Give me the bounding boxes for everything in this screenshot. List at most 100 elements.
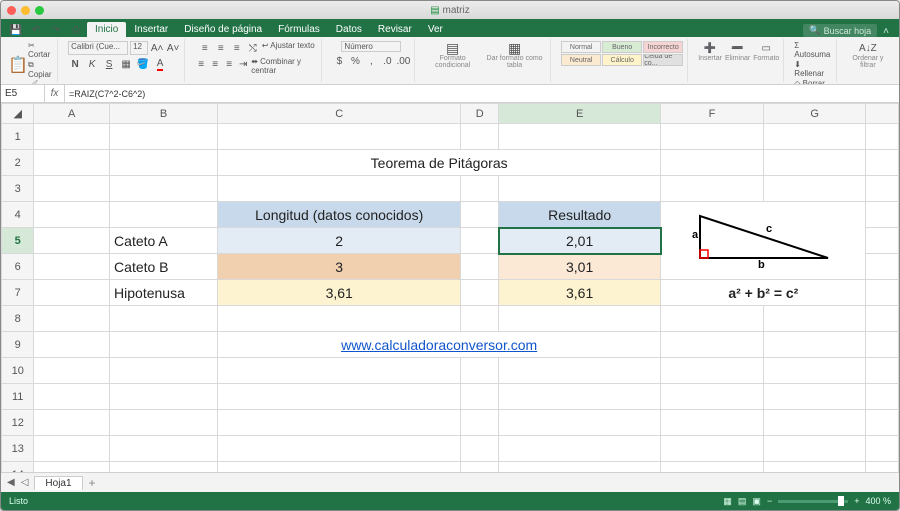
zoom-out-icon[interactable]: − <box>767 496 772 506</box>
redo-icon[interactable]: ↷ <box>49 23 63 37</box>
font-name-select[interactable]: Calibri (Cue... <box>68 41 128 55</box>
col-header-extra[interactable] <box>866 104 899 124</box>
select-all-corner[interactable]: ◢ <box>2 104 34 124</box>
tab-diseno[interactable]: Diseño de página <box>176 22 270 37</box>
tab-insertar[interactable]: Insertar <box>126 22 176 37</box>
align-left-icon[interactable]: ≡ <box>195 57 207 71</box>
cell-b6[interactable]: Cateto B <box>110 254 218 280</box>
row-header[interactable]: 11 <box>2 384 34 410</box>
col-header-b[interactable]: B <box>110 104 218 124</box>
sheet-nav-first-icon[interactable]: ◀ <box>7 477 15 488</box>
tab-inicio[interactable]: Inicio <box>87 22 126 37</box>
align-middle-icon[interactable]: ≡ <box>214 41 228 55</box>
style-incorrecto[interactable]: Incorrecto <box>643 41 683 53</box>
italic-icon[interactable]: K <box>85 57 99 71</box>
cell-e6[interactable]: 3,01 <box>499 254 661 280</box>
row-header[interactable]: 5 <box>2 228 34 254</box>
row-header[interactable]: 2 <box>2 150 34 176</box>
cell-e7[interactable]: 3,61 <box>499 280 661 306</box>
align-right-icon[interactable]: ≡ <box>223 57 235 71</box>
merge-button[interactable]: ⬌ Combinar y centrar <box>251 57 317 75</box>
row-header[interactable]: 14 <box>2 462 34 473</box>
autosum-button[interactable]: Σ Autosuma <box>794 41 831 59</box>
format-cells-icon[interactable]: ▭ <box>759 41 773 55</box>
increase-font-icon[interactable]: A˄ <box>150 41 164 55</box>
percent-icon[interactable]: % <box>348 54 362 68</box>
decrease-font-icon[interactable]: A˅ <box>166 41 180 55</box>
number-format-select[interactable]: Número <box>341 41 401 52</box>
cell-c7[interactable]: 3,61 <box>218 280 461 306</box>
cell-c5[interactable]: 2 <box>218 228 461 254</box>
ribbon-collapse-icon[interactable]: ˄ <box>877 26 895 37</box>
add-sheet-icon[interactable]: + <box>89 476 96 490</box>
row-header[interactable]: 13 <box>2 436 34 462</box>
cell-e4[interactable]: Resultado <box>499 202 661 228</box>
currency-icon[interactable]: $ <box>332 54 346 68</box>
row-header[interactable]: 12 <box>2 410 34 436</box>
delete-cells-icon[interactable]: ➖ <box>731 41 745 55</box>
formula-input[interactable]: =RAIZ(C7^2-C6^2) <box>65 89 899 99</box>
tab-ver[interactable]: Ver <box>420 22 451 37</box>
search-box[interactable]: 🔍 Buscar hoja <box>803 24 877 37</box>
zoom-in-icon[interactable]: + <box>854 496 859 506</box>
col-header-a[interactable]: A <box>34 104 110 124</box>
style-normal[interactable]: Normal <box>561 41 601 53</box>
cut-button[interactable]: ✂ Cortar <box>28 41 53 59</box>
cell-b7[interactable]: Hipotenusa <box>110 280 218 306</box>
view-pagebreak-icon[interactable]: ▣ <box>752 496 761 507</box>
zoom-value[interactable]: 400 % <box>865 496 891 506</box>
fill-button[interactable]: ⬇ Rellenar <box>794 60 831 78</box>
comma-icon[interactable]: , <box>364 54 378 68</box>
row-header[interactable]: 6 <box>2 254 34 280</box>
row-header[interactable]: 9 <box>2 332 34 358</box>
tab-datos[interactable]: Datos <box>328 22 370 37</box>
row-header[interactable]: 10 <box>2 358 34 384</box>
insert-cells-icon[interactable]: ➕ <box>703 41 717 55</box>
row-header[interactable]: 3 <box>2 176 34 202</box>
col-header-g[interactable]: G <box>763 104 866 124</box>
col-header-f[interactable]: F <box>661 104 764 124</box>
row-header[interactable]: 4 <box>2 202 34 228</box>
cell-e5-active[interactable]: 2,01 <box>499 228 661 254</box>
cell-title[interactable]: Teorema de Pitágoras <box>218 150 661 176</box>
orientation-icon[interactable]: ⤭ <box>246 41 260 55</box>
tab-formulas[interactable]: Fórmulas <box>270 22 328 37</box>
font-color-icon[interactable]: A <box>153 57 167 71</box>
view-layout-icon[interactable]: ▤ <box>738 496 747 507</box>
bold-icon[interactable]: N <box>68 57 82 71</box>
print-icon[interactable]: ⎙ <box>69 23 83 37</box>
conditional-format-icon[interactable]: ▤ <box>446 41 460 55</box>
decrease-decimal-icon[interactable]: .00 <box>396 54 410 68</box>
increase-decimal-icon[interactable]: .0 <box>380 54 394 68</box>
col-header-c[interactable]: C <box>218 104 461 124</box>
style-celda[interactable]: Celda de co... <box>643 54 683 66</box>
underline-icon[interactable]: S <box>102 57 116 71</box>
align-top-icon[interactable]: ≡ <box>198 41 212 55</box>
align-center-icon[interactable]: ≡ <box>209 57 221 71</box>
cell-c4[interactable]: Longitud (datos conocidos) <box>218 202 461 228</box>
col-header-e[interactable]: E <box>499 104 661 124</box>
indent-icon[interactable]: ⇥ <box>237 57 249 71</box>
align-bottom-icon[interactable]: ≡ <box>230 41 244 55</box>
fx-icon[interactable]: fx <box>45 85 65 102</box>
format-as-table-icon[interactable]: ▦ <box>508 41 522 55</box>
col-header-d[interactable]: D <box>461 104 499 124</box>
tab-revisar[interactable]: Revisar <box>370 22 420 37</box>
name-box[interactable]: E5 <box>1 85 45 102</box>
sheet-nav-prev-icon[interactable]: ◁ <box>21 477 29 488</box>
undo-icon[interactable]: ↶ <box>29 23 43 37</box>
cell-b5[interactable]: Cateto A <box>110 228 218 254</box>
font-size-select[interactable]: 12 <box>130 41 148 55</box>
save-icon[interactable]: 💾 <box>9 23 23 37</box>
cell-c6[interactable]: 3 <box>218 254 461 280</box>
wrap-text-button[interactable]: ↩ Ajustar texto <box>262 41 315 55</box>
paste-icon[interactable]: 📋 <box>11 58 25 72</box>
sort-filter-icon[interactable]: A↓Z <box>861 41 875 55</box>
spreadsheet-grid[interactable]: ◢ A B C D E F G 1 2 Teorema de Pitágoras… <box>1 103 899 472</box>
row-header[interactable]: 7 <box>2 280 34 306</box>
zoom-slider[interactable] <box>778 500 848 503</box>
border-icon[interactable]: ▦ <box>119 57 133 71</box>
row-header[interactable]: 8 <box>2 306 34 332</box>
cell-link[interactable]: www.calculadoraconversor.com <box>218 332 661 358</box>
row-header[interactable]: 1 <box>2 124 34 150</box>
